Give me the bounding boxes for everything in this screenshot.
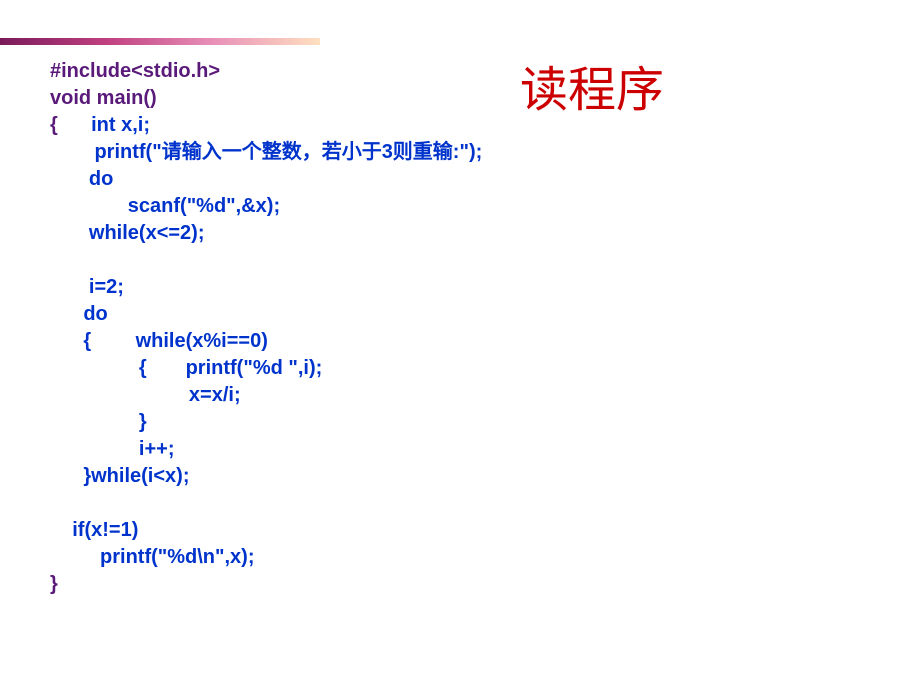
code-line-1: #include<stdio.h>: [50, 60, 220, 82]
code-line-20: }: [50, 573, 58, 595]
code-line-3a: {: [50, 114, 91, 136]
code-line-13: x=x/i;: [50, 384, 241, 406]
code-line-14: }: [50, 411, 147, 433]
code-line-5: do: [50, 168, 113, 190]
code-line-12: { printf("%d ",i);: [50, 357, 322, 379]
slide-title: 读程序: [520, 50, 664, 120]
code-line-18: if(x!=1): [50, 519, 138, 541]
code-line-19: printf("%d\n",x);: [50, 546, 255, 568]
code-line-4: printf("请输入一个整数，若小于3则重输:");: [50, 141, 482, 163]
code-line-10: do: [50, 303, 108, 325]
code-line-16: }while(i<x);: [50, 465, 189, 487]
code-line-15: i++;: [50, 438, 174, 460]
code-line-9: i=2;: [50, 276, 124, 298]
code-line-2: void main(): [50, 87, 157, 109]
gradient-header-bar: [0, 38, 320, 45]
code-line-11: { while(x%i==0): [50, 330, 268, 352]
code-line-7: while(x<=2);: [50, 222, 205, 244]
code-block: #include<stdio.h> void main() { int x,i;…: [50, 58, 482, 598]
code-line-3b: int x,i;: [91, 114, 150, 136]
code-line-6: scanf("%d",&x);: [50, 195, 280, 217]
